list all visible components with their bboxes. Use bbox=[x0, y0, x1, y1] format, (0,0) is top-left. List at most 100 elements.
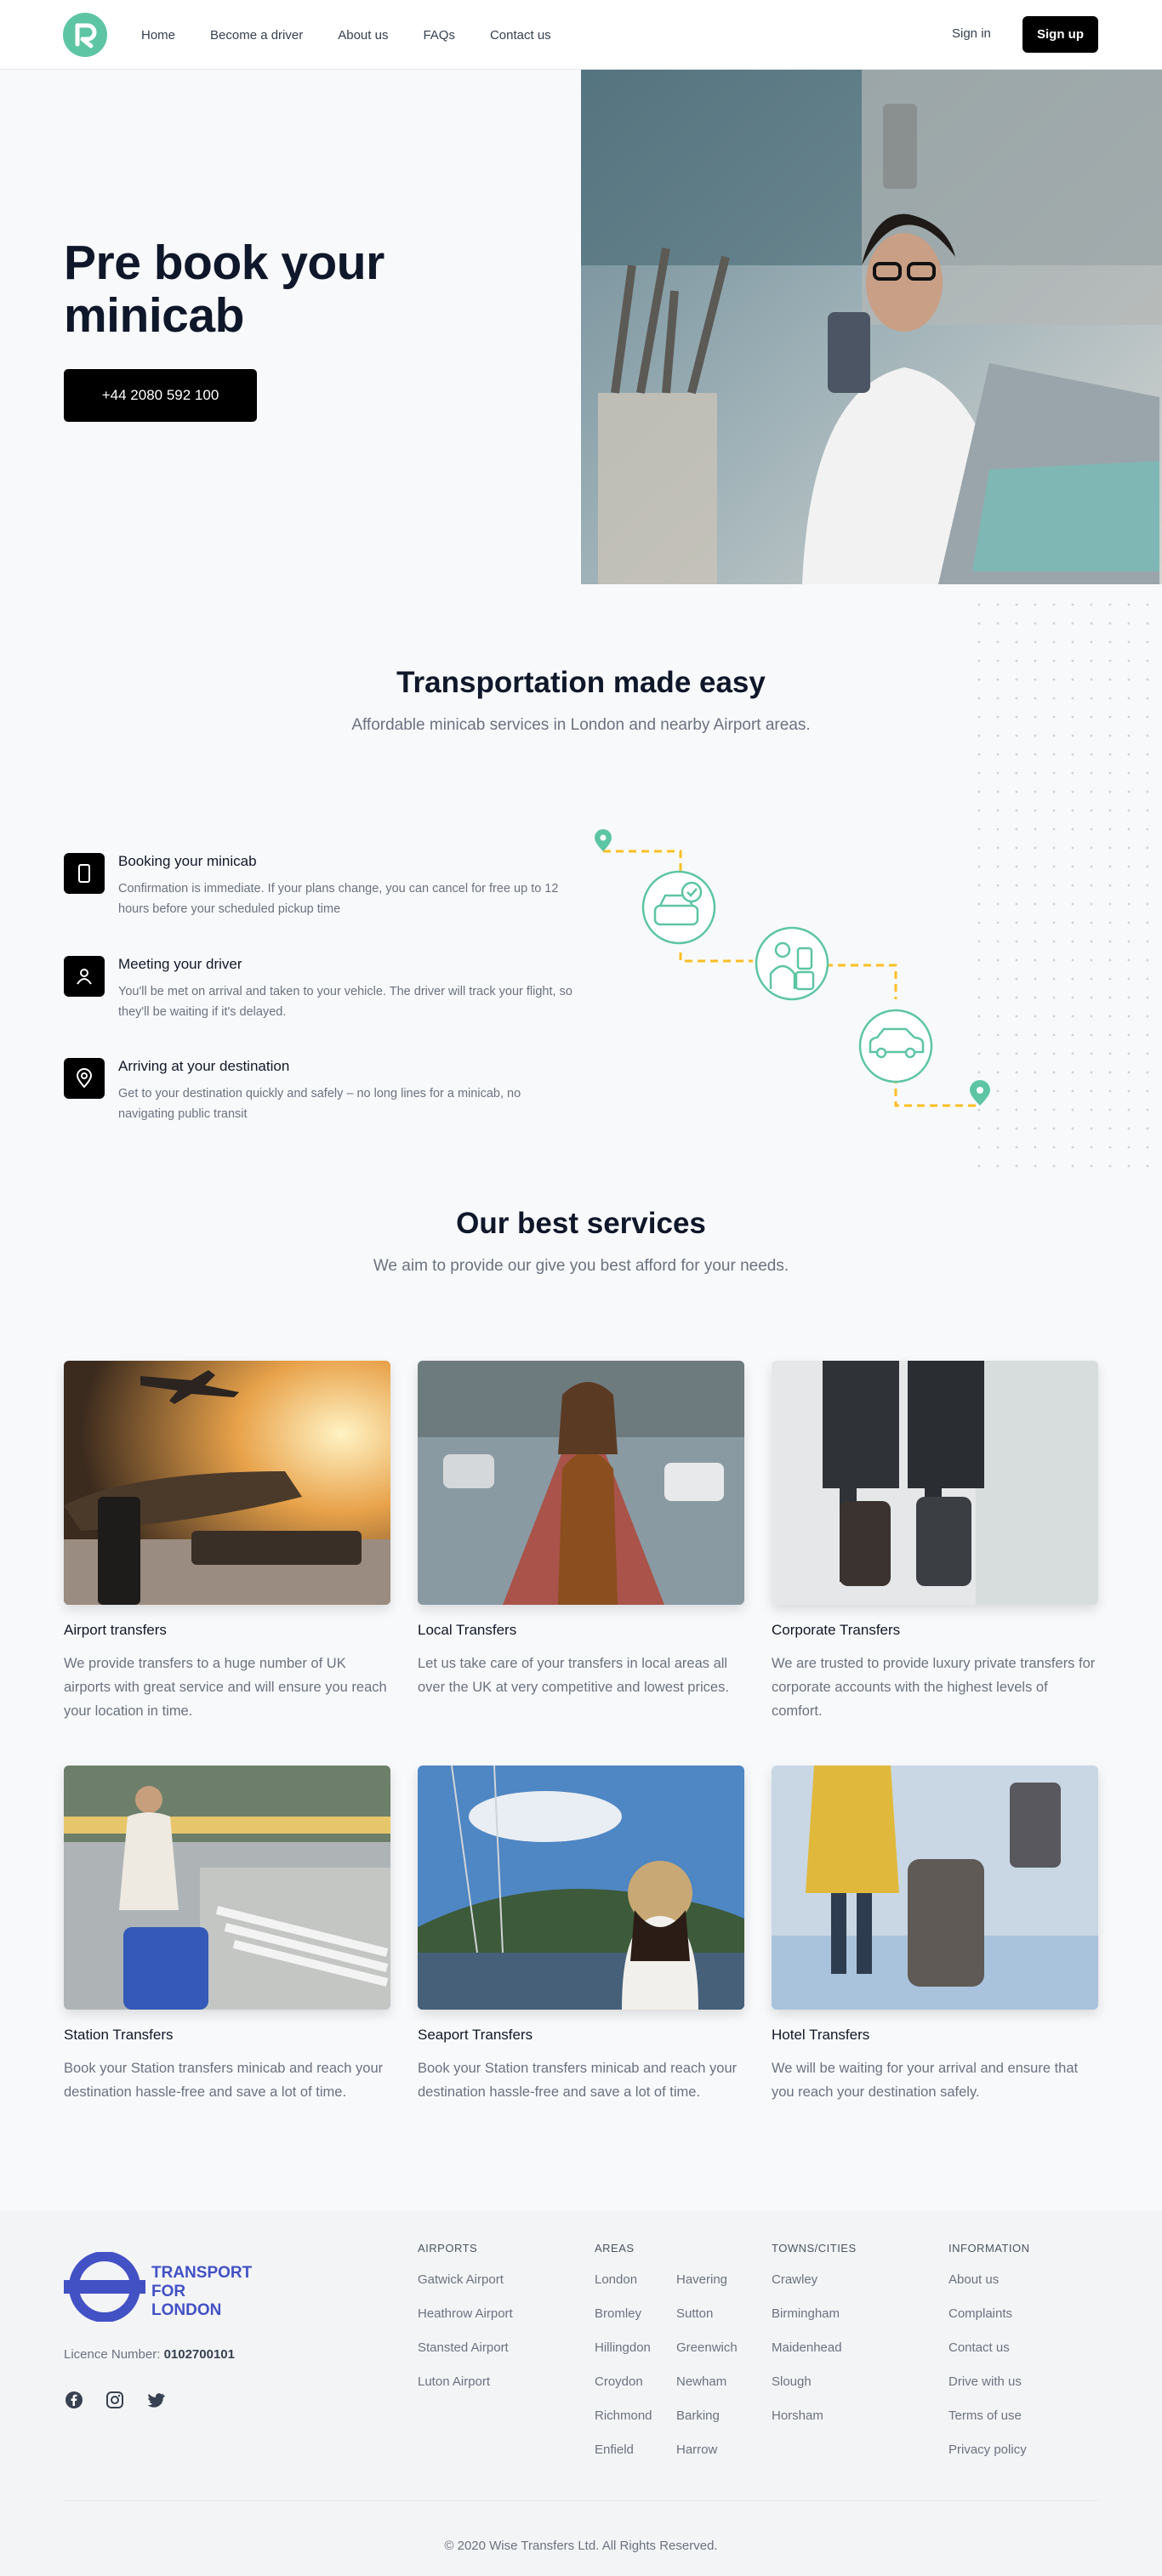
card-text: We provide transfers to a huge number of… bbox=[64, 1656, 387, 1719]
step-title: Arriving at your destination bbox=[118, 1058, 290, 1074]
footer-link[interactable]: Croydon bbox=[595, 2374, 652, 2408]
card-title: Station Transfers bbox=[64, 2027, 174, 2043]
service-card-local[interactable]: Local Transfers Let us take care of your… bbox=[418, 1361, 744, 1699]
footer-link[interactable]: Drive with us bbox=[948, 2374, 1027, 2408]
footer-link[interactable]: Enfield bbox=[595, 2442, 652, 2476]
step-title: Meeting your driver bbox=[118, 956, 242, 972]
footer-link[interactable]: Harrow bbox=[676, 2442, 738, 2476]
step-text: Confirmation is immediate. If your plans… bbox=[118, 882, 559, 916]
card-title: Local Transfers bbox=[418, 1622, 517, 1638]
info-heading: INFORMATION bbox=[948, 2242, 1030, 2255]
footer-link[interactable]: Richmond bbox=[595, 2408, 652, 2442]
seaport-image bbox=[418, 1766, 744, 2010]
card-text: Let us take care of your transfers in lo… bbox=[418, 1656, 729, 1695]
service-card-airport[interactable]: Airport transfers We provide transfers t… bbox=[64, 1361, 390, 1723]
tfl-logo[interactable]: TRANSPORT FOR LONDON bbox=[64, 2251, 252, 2326]
nav-home[interactable]: Home bbox=[141, 28, 175, 43]
roundel-icon bbox=[64, 2251, 145, 2323]
footer-link[interactable]: London bbox=[595, 2272, 652, 2306]
licence-label: Licence Number: bbox=[64, 2347, 161, 2362]
service-card-hotel[interactable]: Hotel Transfers We will be waiting for y… bbox=[772, 1766, 1098, 2104]
hero-title-line1: Pre book your bbox=[64, 236, 384, 290]
services-title: Our best services bbox=[456, 1207, 706, 1240]
footer-link[interactable]: Complaints bbox=[948, 2306, 1027, 2340]
footer-link[interactable]: Sutton bbox=[676, 2306, 738, 2340]
driver-meeting-icon bbox=[755, 926, 829, 1001]
nav-become-driver[interactable]: Become a driver bbox=[210, 28, 303, 43]
hero-title-line2: minicab bbox=[64, 288, 244, 343]
footer-link[interactable]: About us bbox=[948, 2272, 1027, 2306]
towns-heading: TOWNS/CITIES bbox=[772, 2242, 857, 2255]
hero-image bbox=[581, 70, 1162, 584]
nav-about[interactable]: About us bbox=[338, 28, 388, 43]
service-card-corporate[interactable]: Corporate Transfers We are trusted to pr… bbox=[772, 1361, 1098, 1723]
local-image bbox=[418, 1361, 744, 1605]
footer-link[interactable]: Barking bbox=[676, 2408, 738, 2442]
licence-value: 0102700101 bbox=[163, 2347, 235, 2362]
brand-line1: TRANSPORT bbox=[151, 2264, 253, 2282]
hero-title: Pre book your minicab bbox=[64, 236, 384, 342]
footer-link[interactable]: Gatwick Airport bbox=[418, 2272, 513, 2306]
station-image bbox=[64, 1766, 390, 2010]
footer-link[interactable]: Crawley bbox=[772, 2272, 842, 2306]
footer-link[interactable]: Stansted Airport bbox=[418, 2340, 513, 2374]
tfl-brand-text: TRANSPORT FOR LONDON bbox=[151, 2264, 252, 2320]
card-text: We are trusted to provide luxury private… bbox=[772, 1656, 1096, 1719]
footer-link[interactable]: Terms of use bbox=[948, 2408, 1027, 2442]
phone-icon bbox=[64, 853, 105, 894]
footer-link[interactable]: Slough bbox=[772, 2374, 842, 2408]
footer-link[interactable]: Havering bbox=[676, 2272, 738, 2306]
route-illustration bbox=[587, 829, 1004, 1118]
location-pin-icon bbox=[64, 1058, 105, 1099]
card-text: We will be waiting for your arrival and … bbox=[772, 2061, 1079, 2100]
footer-link[interactable]: Greenwich bbox=[676, 2340, 738, 2374]
footer-link[interactable]: Contact us bbox=[948, 2340, 1027, 2374]
service-card-station[interactable]: Station Transfers Book your Station tran… bbox=[64, 1766, 390, 2104]
logo-r-icon bbox=[75, 23, 97, 48]
towns-list: Crawley Birmingham Maidenhead Slough Hor… bbox=[772, 2272, 842, 2442]
footer-link[interactable]: Heathrow Airport bbox=[418, 2306, 513, 2340]
step-text: You'll be met on arrival and taken to yo… bbox=[118, 985, 572, 1019]
service-card-seaport[interactable]: Seaport Transfers Book your Station tran… bbox=[418, 1766, 744, 2104]
facebook-icon[interactable] bbox=[64, 2390, 84, 2410]
card-text: Book your Station transfers minicab and … bbox=[418, 2061, 738, 2100]
corporate-image bbox=[772, 1361, 1098, 1605]
airports-heading: AIRPORTS bbox=[418, 2242, 478, 2255]
footer-link[interactable]: Newham bbox=[676, 2374, 738, 2408]
areas-list-1: London Bromley Hillingdon Croydon Richmo… bbox=[595, 2272, 652, 2476]
areas-heading: AREAS bbox=[595, 2242, 635, 2255]
transport-title: Transportation made easy bbox=[396, 666, 766, 699]
footer-link[interactable]: Bromley bbox=[595, 2306, 652, 2340]
twitter-icon[interactable] bbox=[145, 2390, 166, 2410]
services-subtitle: We aim to provide our give you best affo… bbox=[373, 1257, 789, 1275]
footer-link[interactable]: Birmingham bbox=[772, 2306, 842, 2340]
sign-in-link[interactable]: Sign in bbox=[952, 26, 991, 41]
logo[interactable] bbox=[63, 13, 107, 57]
sign-up-button[interactable]: Sign up bbox=[1022, 16, 1098, 53]
end-pin-icon bbox=[970, 1080, 990, 1106]
instagram-icon[interactable] bbox=[105, 2390, 125, 2410]
licence-number: Licence Number: 0102700101 bbox=[64, 2347, 235, 2362]
footer-link[interactable]: Luton Airport bbox=[418, 2374, 513, 2408]
footer-link[interactable]: Maidenhead bbox=[772, 2340, 842, 2374]
areas-list-2: Havering Sutton Greenwich Newham Barking… bbox=[676, 2272, 738, 2476]
footer-link[interactable]: Horsham bbox=[772, 2408, 842, 2442]
footer-divider bbox=[64, 2500, 1098, 2501]
hotel-image bbox=[772, 1766, 1098, 2010]
step-title: Booking your minicab bbox=[118, 853, 257, 869]
car-check-icon bbox=[641, 870, 716, 945]
nav-faqs[interactable]: FAQs bbox=[423, 28, 455, 43]
info-list: About us Complaints Contact us Drive wit… bbox=[948, 2272, 1027, 2476]
footer-link[interactable]: Hillingdon bbox=[595, 2340, 652, 2374]
nav-contact[interactable]: Contact us bbox=[490, 28, 551, 43]
transport-subtitle: Affordable minicab services in London an… bbox=[351, 716, 811, 734]
start-pin-icon bbox=[595, 829, 612, 851]
card-title: Seaport Transfers bbox=[418, 2027, 533, 2043]
airport-image bbox=[64, 1361, 390, 1605]
step-text: Get to your destination quickly and safe… bbox=[118, 1087, 521, 1121]
footer: TRANSPORT FOR LONDON Licence Number: 010… bbox=[0, 2211, 1162, 2576]
user-icon bbox=[64, 956, 105, 997]
footer-link[interactable]: Privacy policy bbox=[948, 2442, 1027, 2476]
phone-call-button[interactable]: +44 2080 592 100 bbox=[64, 369, 257, 422]
car-icon bbox=[858, 1009, 933, 1083]
